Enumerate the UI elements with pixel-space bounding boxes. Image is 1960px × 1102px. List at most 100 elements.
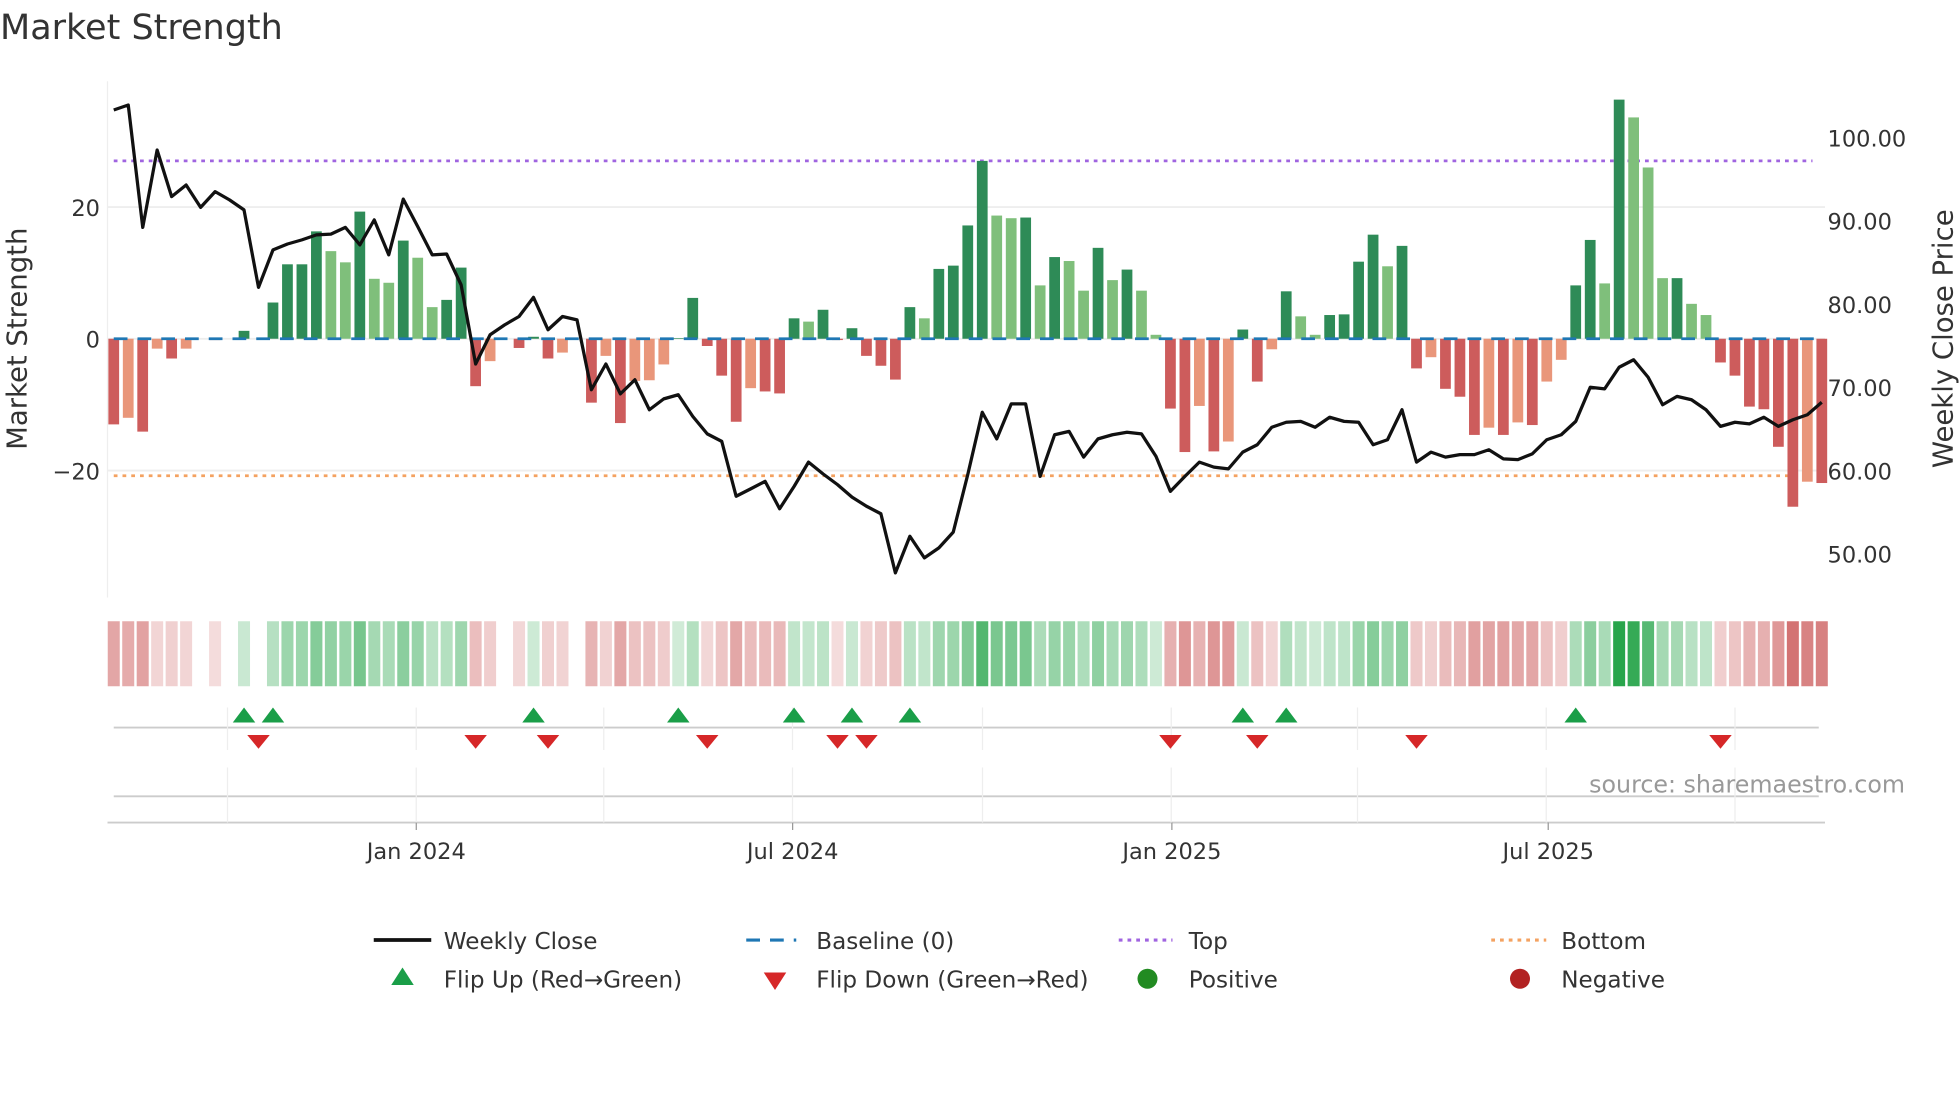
x-axis: Jan 2024 Jul 2024 Jan 2025 Jul 2025 [365, 822, 1594, 865]
strength-bar [1613, 99, 1625, 339]
strength-bar [1005, 218, 1017, 339]
strength-bar [1816, 338, 1828, 484]
strength-bar [1440, 338, 1451, 389]
strength-bar [1194, 338, 1205, 406]
flip-up-marker [1564, 707, 1587, 723]
heat-cell [1497, 621, 1510, 687]
x-tick-label: Jan 2025 [1120, 839, 1221, 865]
strength-bar [991, 215, 1003, 339]
strength-bar [875, 338, 887, 366]
y2-tick-label: 50.00 [1828, 543, 1892, 569]
heat-cell [1584, 621, 1597, 687]
strength-bar [354, 211, 366, 339]
heat-cell [961, 621, 974, 687]
heat-cell [136, 621, 149, 687]
heat-cell [469, 621, 482, 687]
strength-bar [1121, 269, 1133, 339]
legend-label: Baseline (0) [816, 929, 954, 955]
y2-tick-label: 90.00 [1828, 210, 1892, 236]
strength-bar [1758, 338, 1770, 410]
strength-bar [933, 268, 945, 339]
heat-cell [1135, 621, 1148, 687]
heat-cell [1309, 621, 1322, 687]
y2-tick-label: 60.00 [1828, 459, 1892, 485]
heat-cell [1540, 621, 1553, 687]
heat-cell [701, 621, 714, 687]
heat-cell [223, 621, 236, 687]
strength-bar [947, 265, 959, 339]
strength-bar [918, 318, 930, 339]
heat-cell [1482, 621, 1495, 687]
strength-bar [1179, 338, 1191, 453]
heat-cell [1381, 621, 1394, 687]
strength-bar [716, 338, 728, 376]
flip-up-marker [522, 707, 545, 723]
heat-cell [339, 621, 352, 687]
heat-cell [570, 621, 583, 687]
strength-bar [1555, 338, 1567, 360]
heat-cell [1728, 621, 1741, 687]
heat-cell [918, 621, 931, 687]
heat-cell [542, 621, 554, 687]
strength-bar [615, 338, 626, 424]
heat-cell [1207, 621, 1220, 687]
heat-cell [295, 621, 308, 687]
strength-bar [1020, 217, 1032, 339]
heat-cell [426, 621, 439, 687]
flip-up-marker [840, 707, 864, 723]
strength-bar [1078, 290, 1089, 339]
heat-cell [1178, 621, 1191, 687]
heat-cell [122, 621, 135, 687]
strength-bar [1715, 338, 1726, 363]
strength-bar [166, 338, 178, 359]
heat-cell [1526, 621, 1539, 687]
heat-cell [1410, 621, 1423, 687]
strength-bar [643, 338, 655, 381]
heat-cell [1236, 621, 1249, 687]
strength-bar [1049, 257, 1060, 339]
strength-bar [890, 338, 901, 380]
strength-bar [962, 225, 974, 339]
strength-bar [151, 338, 163, 349]
y2-tick-label: 80.00 [1828, 293, 1892, 319]
heat-cell [730, 621, 743, 687]
strength-bar [846, 328, 858, 339]
y-axis-label: Market Strength [1, 228, 33, 450]
heat-cell [1106, 621, 1119, 687]
heat-cell [281, 621, 294, 687]
heat-cell [976, 621, 989, 687]
heat-cell [831, 621, 844, 687]
strength-bar [325, 251, 337, 339]
heat-cell [1555, 621, 1568, 687]
heat-cell [1685, 621, 1698, 687]
strength-bar [1642, 167, 1654, 339]
heat-cell [266, 621, 279, 687]
heat-cell [310, 621, 323, 687]
heat-cell [455, 621, 468, 687]
heat-cell [107, 621, 120, 687]
strength-bar [1295, 316, 1307, 339]
heat-cell [1757, 621, 1770, 687]
x-tick-label: Jul 2025 [1500, 839, 1594, 865]
heat-cell [1367, 621, 1380, 687]
strength-bar [1266, 338, 1278, 350]
legend: Weekly Close Baseline (0) Top Bottom Fli… [373, 929, 1665, 994]
strength-bar [976, 160, 988, 339]
strength-bar [1382, 266, 1393, 339]
heat-cell [1077, 621, 1090, 687]
flip-up-marker [667, 707, 690, 723]
strength-bar [412, 257, 424, 339]
heat-cell [1323, 621, 1336, 687]
strength-bar [629, 338, 641, 381]
heat-cell [484, 621, 497, 687]
strength-bar [137, 338, 149, 432]
heat-cell [1265, 621, 1278, 687]
heat-cell [990, 621, 1003, 687]
y-tick-label: −20 [53, 459, 100, 485]
strength-bar [774, 338, 785, 394]
heat-cell [252, 621, 265, 687]
flip-down-marker [464, 735, 487, 749]
flip-down-marker [855, 735, 878, 749]
strength-bar [1222, 338, 1234, 442]
heat-cell [353, 621, 366, 687]
